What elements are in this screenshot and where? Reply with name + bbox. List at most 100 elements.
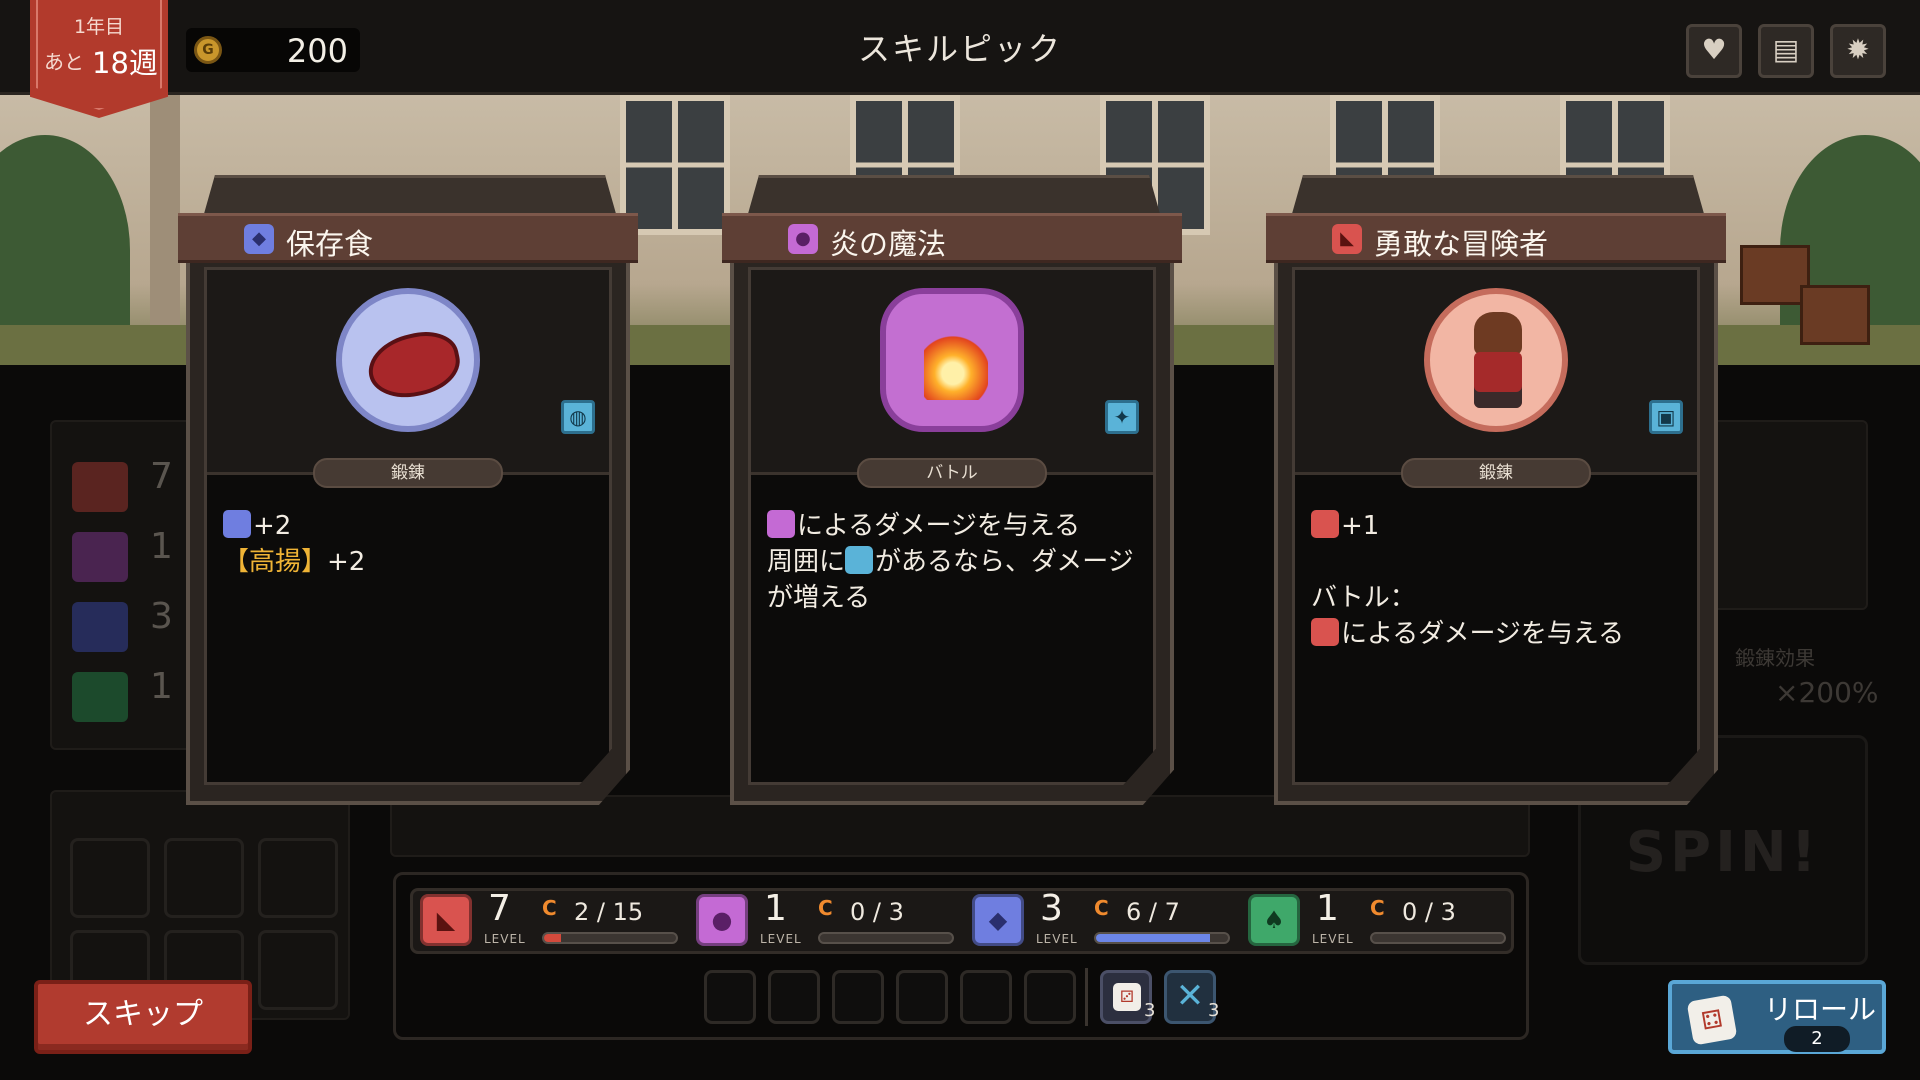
stat-progress-bar [1094,932,1230,944]
card-content: ◍ 鍛錬 +2 【高揚】+2 [204,267,612,785]
card-content: ▣ 鍛錬 +1 バトル： によるダメージを与える [1292,267,1700,785]
card-title: 保存食 [286,227,374,261]
stat-c-label: C [1370,896,1385,920]
dim-level: 3 [150,596,173,637]
skill-card-3[interactable]: ◣ 勇敢な冒険者 ▣ 鍛錬 +1 バトル： によるダメージを与える [1266,175,1726,805]
stat-c-label: C [1094,896,1109,920]
inventory-slot [70,838,150,918]
item-slot[interactable] [896,970,948,1024]
level-label: LEVEL [1036,932,1078,946]
skip-button[interactable]: スキップ [34,980,252,1054]
strength-icon: ◣ [1332,224,1362,254]
gear-icon[interactable]: ✹ [1830,24,1886,78]
stat-agility: ♠ 1 LEVEL C 0 / 3 [1242,888,1512,948]
stat-level: 1 [1316,888,1339,929]
card-header: ● 炎の魔法 [722,213,1182,263]
skill-card-1[interactable]: ◆ 保存食 ◍ 鍛錬 +2 【高揚】+2 [178,175,638,805]
effect-label: 鍛錬効果 [1735,646,1815,670]
briefcase-icon[interactable]: ▤ [1758,24,1814,78]
card-header: ◣ 勇敢な冒険者 [1266,213,1726,263]
year-label: 1年目 [73,16,125,38]
keyword-highlight: 【高揚】 [223,547,328,577]
inventory-slot [258,838,338,918]
brain-icon: ● [696,894,748,946]
weeks-left: 18週 [92,46,158,80]
item-slot[interactable] [768,970,820,1024]
stat-progress-bar [1370,932,1506,944]
gold-value: 200 [286,32,348,70]
card-header: ◆ 保存食 [178,213,638,263]
wand-icon [845,546,874,574]
meat-icon [336,288,480,432]
body-p-icon [223,510,251,538]
mind-lv-icon [767,510,795,538]
card-category: バトル [857,458,1047,488]
inventory-slot [258,930,338,1010]
dim-level: 7 [150,456,173,497]
item-slot[interactable] [704,970,756,1024]
item-slot[interactable] [1024,970,1076,1024]
inventory-slot [164,838,244,918]
crate [1800,285,1870,345]
reroll-count: 2 [1784,1026,1850,1052]
fire-icon [880,288,1024,432]
dice-icon: ⚃ [1686,994,1738,1046]
stat-body: ◆ 3 LEVEL C 6 / 7 [966,888,1236,948]
stat-c-label: C [542,896,557,920]
gold-counter: G 200 [186,28,360,72]
strength-icon [72,462,128,512]
card-description: +2 【高揚】+2 [223,510,366,577]
stat-mind: ● 1 LEVEL C 0 / 3 [690,888,960,948]
strength-lv-icon [1311,618,1339,646]
lungs-icon: ♠ [1248,894,1300,946]
item-slot[interactable] [960,970,1012,1024]
level-label: LEVEL [1312,932,1354,946]
item-slot[interactable] [832,970,884,1024]
card-description: によるダメージを与える 周囲に があるなら、ダメージ が増える [767,510,1134,613]
card-content: ✦ バトル によるダメージを与える 周囲に があるなら、ダメージ が増える [748,267,1156,785]
arm-icon: ◣ [420,894,472,946]
card-title: 炎の魔法 [830,227,947,261]
stat-level: 1 [764,888,787,929]
stat-strength: ◣ 7 LEVEL C 2 / 15 [414,888,684,948]
card-category: 鍛錬 [1401,458,1591,488]
gold-coin-icon: G [194,36,222,64]
stat-progress-bar [542,932,678,944]
stat-count: 2 / 15 [574,898,644,926]
stat-level: 3 [1040,888,1063,929]
stat-count: 6 / 7 [1126,898,1180,926]
card-description: +1 バトル： によるダメージを与える [1311,510,1625,649]
weeks-prefix: あと [44,50,84,74]
card-category: 鍛錬 [313,458,503,488]
screen-title: スキルピック [857,30,1062,68]
body-icon [72,602,128,652]
strength-p-icon [1311,510,1339,538]
torso-icon: ◆ [972,894,1024,946]
stat-count: 0 / 3 [850,898,904,926]
effect-value: ×200% [1775,676,1879,709]
sparkle-icon: ✦ [1105,400,1139,434]
cross-count: 3 [1208,1000,1220,1021]
hero-portrait [1424,288,1568,432]
reroll-button[interactable]: ⚃ リロール 2 [1668,980,1886,1054]
dim-level: 1 [150,666,173,707]
dim-level: 1 [150,526,173,567]
agility-icon [72,672,128,722]
slot-divider [1085,968,1088,1026]
dice-count: 3 [1144,1000,1156,1021]
card-title: 勇敢な冒険者 [1374,227,1549,261]
stat-progress-bar [818,932,954,944]
mind-icon [72,532,128,582]
stat-c-label: C [818,896,833,920]
heart-icon[interactable]: ♥ [1686,24,1742,78]
week-banner: 1年目 あと 18週 [30,0,168,118]
bag-icon: ◍ [561,400,595,434]
mind-icon: ● [788,224,818,254]
level-label: LEVEL [760,932,802,946]
reroll-label: リロール [1764,993,1877,1026]
body-icon: ◆ [244,224,274,254]
level-label: LEVEL [484,932,526,946]
skill-card-2[interactable]: ● 炎の魔法 ✦ バトル によるダメージを与える 周囲に があるなら、ダメージ が… [722,175,1182,805]
person-icon: ▣ [1649,400,1683,434]
stat-count: 0 / 3 [1402,898,1456,926]
